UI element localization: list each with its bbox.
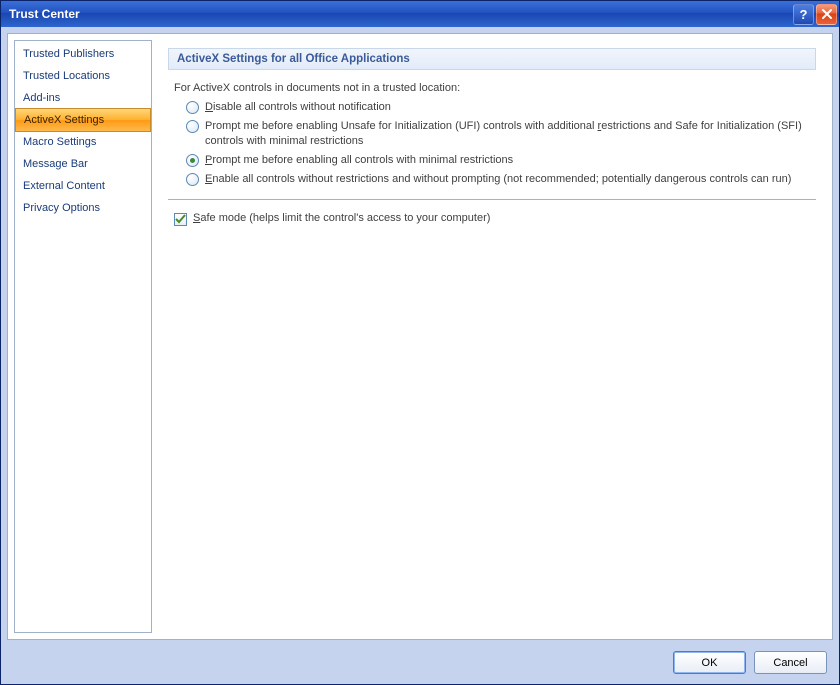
sidebar-item-external-content[interactable]: External Content: [15, 175, 151, 197]
radio-option-0[interactable]: Disable all controls without notificatio…: [186, 100, 816, 115]
sidebar-item-trusted-publishers[interactable]: Trusted Publishers: [15, 43, 151, 65]
radio-option-1[interactable]: Prompt me before enabling Unsafe for Ini…: [186, 119, 816, 149]
sidebar-item-add-ins[interactable]: Add-ins: [15, 87, 151, 109]
trust-center-window: Trust Center ? Trusted PublishersTrusted…: [0, 0, 840, 685]
radio-button[interactable]: [186, 120, 199, 133]
safe-mode-row[interactable]: Safe mode (helps limit the control's acc…: [174, 212, 816, 226]
intro-text: For ActiveX controls in documents not in…: [174, 82, 816, 94]
client-area: Trusted Publishers Trusted Locations Add-i…: [1, 27, 839, 684]
ok-button[interactable]: OK: [673, 651, 746, 674]
sidebar-item-label: Message Bar: [23, 158, 88, 170]
close-button[interactable]: [816, 4, 837, 25]
section-header: ActiveX Settings for all Office Applicat…: [168, 48, 816, 70]
button-row: OK Cancel: [673, 651, 827, 674]
panel-frame: Trusted Publishers Trusted Locations Add-i…: [7, 33, 833, 640]
titlebar[interactable]: Trust Center ?: [1, 1, 839, 27]
radio-option-2[interactable]: Prompt me before enabling all controls w…: [186, 153, 816, 168]
separator: [168, 199, 816, 200]
radio-label: Enable all controls without restrictions…: [205, 172, 791, 187]
radio-button[interactable]: [186, 101, 199, 114]
sidebar-item-label: ActiveX Settings: [24, 114, 104, 126]
help-button[interactable]: ?: [793, 4, 814, 25]
radio-label: Prompt me before enabling all controls w…: [205, 153, 513, 168]
sidebar-item-macro-settings[interactable]: Macro Settings: [15, 131, 151, 153]
sidebar-item-label: Privacy Options: [23, 202, 100, 214]
sidebar-item-activex-settings[interactable]: ActiveX Settings: [15, 108, 151, 132]
sidebar-item-label: Trusted Publishers: [23, 48, 114, 60]
sidebar-item-trusted-locations[interactable]: Trusted Locations: [15, 65, 151, 87]
radio-label: Prompt me before enabling Unsafe for Ini…: [205, 119, 816, 149]
sidebar-item-label: Add-ins: [23, 92, 60, 104]
safe-mode-label: Safe mode (helps limit the control's acc…: [193, 212, 490, 224]
close-icon: [821, 8, 833, 20]
window-title: Trust Center: [9, 7, 791, 21]
content-pane: ActiveX Settings for all Office Applicat…: [158, 40, 826, 633]
sidebar-item-message-bar[interactable]: Message Bar: [15, 153, 151, 175]
sidebar-item-label: Trusted Locations: [23, 70, 110, 82]
radio-button[interactable]: [186, 154, 199, 167]
check-icon: [174, 213, 187, 226]
radio-option-3[interactable]: Enable all controls without restrictions…: [186, 172, 816, 187]
sidebar-item-privacy-options[interactable]: Privacy Options: [15, 197, 151, 219]
sidebar: Trusted Publishers Trusted Locations Add-i…: [14, 40, 152, 633]
safe-mode-checkbox[interactable]: [174, 213, 187, 226]
radio-group: Disable all controls without notificatio…: [168, 100, 816, 187]
cancel-button[interactable]: Cancel: [754, 651, 827, 674]
radio-button[interactable]: [186, 173, 199, 186]
radio-label: Disable all controls without notificatio…: [205, 100, 391, 115]
sidebar-item-label: External Content: [23, 180, 105, 192]
sidebar-item-label: Macro Settings: [23, 136, 96, 148]
